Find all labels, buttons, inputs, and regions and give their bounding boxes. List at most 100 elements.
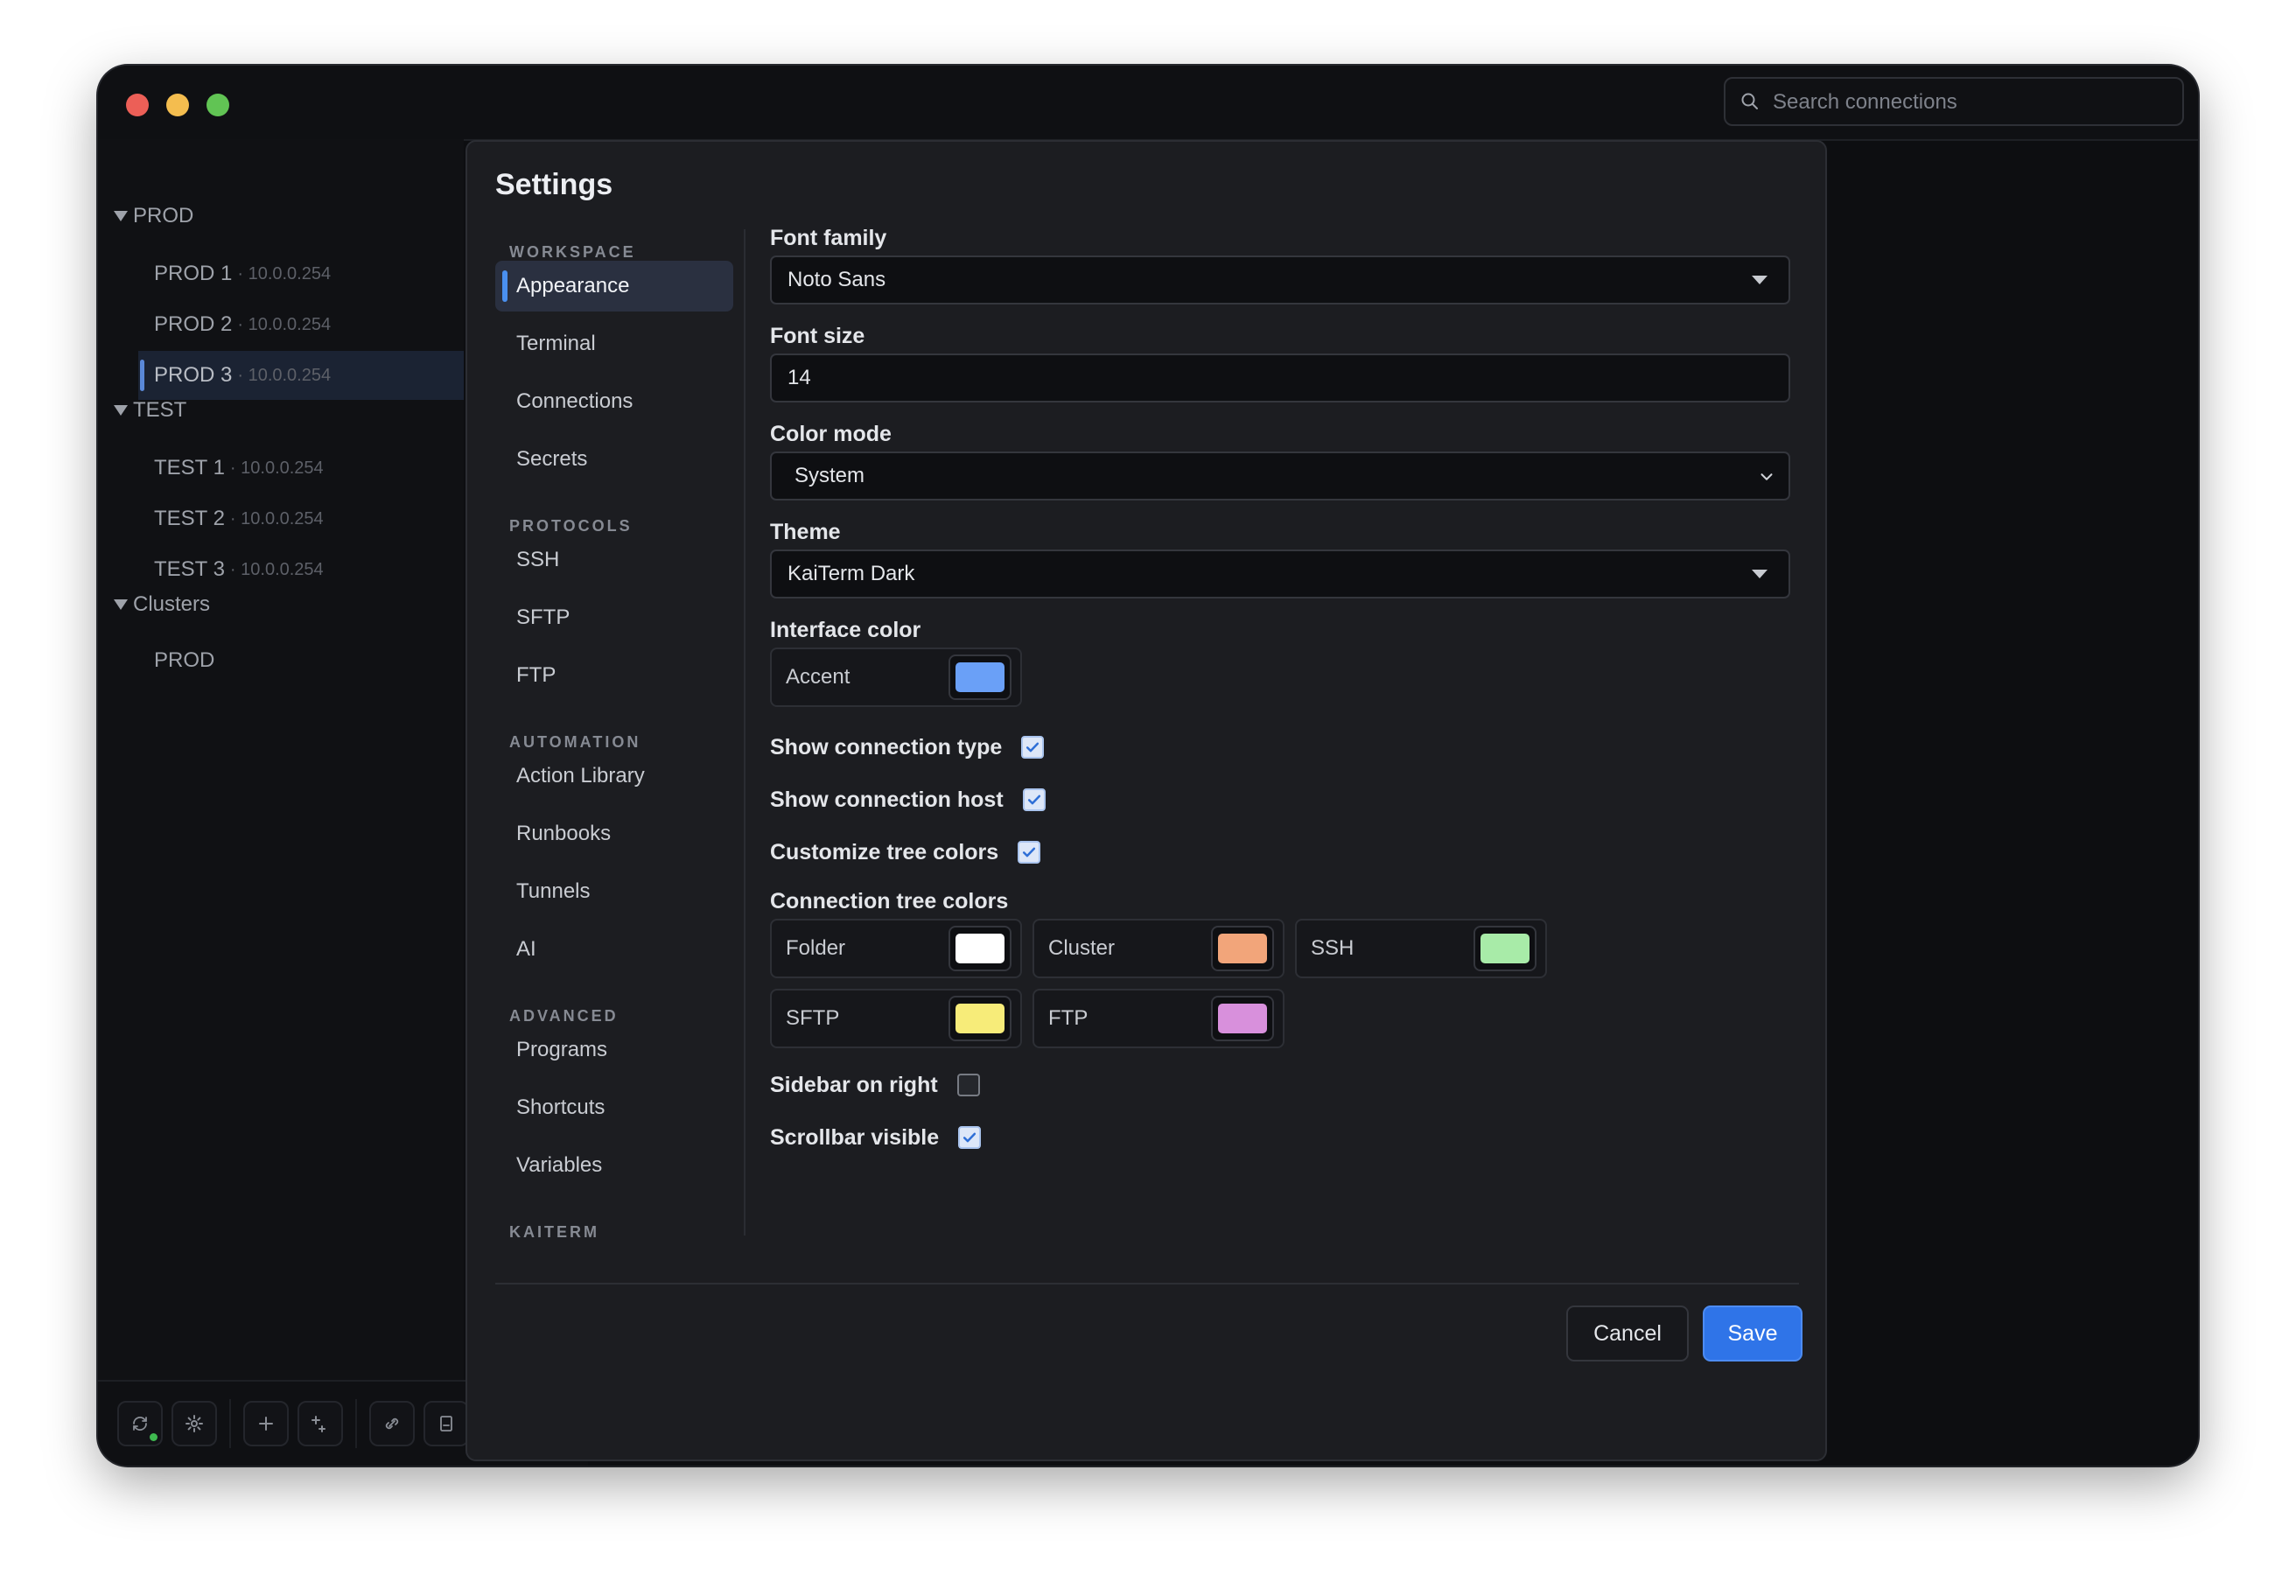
font-size-value: 14: [788, 366, 811, 389]
tree-item-name: PROD 1: [154, 262, 233, 285]
color-well[interactable]: [1474, 926, 1536, 971]
tree-item-name: PROD 3: [154, 363, 233, 387]
bookmark-button[interactable]: [424, 1401, 469, 1446]
search-icon: [1741, 93, 1758, 109]
color-well[interactable]: [1211, 926, 1274, 971]
search-input[interactable]: [1771, 86, 2168, 119]
app-window: PROD PROD 1 · 10.0.0.254 PROD 2 · 10.0.0…: [98, 66, 2198, 1466]
theme-label: Theme: [770, 520, 841, 544]
tree-item-host: · 10.0.0.254: [237, 263, 332, 284]
color-mode-select[interactable]: System: [770, 452, 1790, 500]
tree-group-test[interactable]: TEST: [114, 395, 186, 426]
checkbox-label: Customize tree colors: [770, 839, 999, 864]
tree-item-host: · 10.0.0.254: [229, 559, 324, 579]
add-folder-button[interactable]: [298, 1401, 343, 1446]
color-swatch: [956, 1004, 1004, 1033]
tree-item-prod-2[interactable]: PROD 2 · 10.0.0.254: [138, 300, 464, 349]
scrollbar-visible-row: Scrollbar visible: [770, 1122, 982, 1153]
interface-color-label: Interface color: [770, 618, 921, 642]
tree-group-label: Clusters: [133, 592, 211, 616]
search-box[interactable]: [1724, 77, 2184, 126]
cancel-button[interactable]: Cancel: [1566, 1306, 1689, 1362]
checkbox-label: Show connection host: [770, 787, 1004, 812]
caret-down-icon: [114, 211, 128, 221]
tree-item-test-2[interactable]: TEST 2 · 10.0.0.254: [138, 494, 464, 543]
sidebar-on-right-checkbox[interactable]: [956, 1074, 980, 1096]
accent-color-picker[interactable]: Accent: [770, 648, 1022, 707]
checkbox-label: Show connection type: [770, 734, 1003, 760]
caret-down-icon: [1752, 570, 1768, 578]
customize-tree-colors-checkbox[interactable]: [1018, 841, 1041, 864]
caret-down-icon: [114, 599, 128, 610]
tree-item-cluster-prod[interactable]: PROD: [138, 636, 464, 685]
settings-button[interactable]: [172, 1401, 217, 1446]
tree-item-name: PROD: [154, 648, 215, 672]
tree-group-prod[interactable]: PROD: [114, 200, 193, 232]
swatch-label: SFTP: [786, 1006, 840, 1030]
zoom-window-button[interactable]: [206, 94, 229, 116]
show-connection-type-checkbox[interactable]: [1021, 736, 1045, 759]
checkmark-icon: [1027, 794, 1040, 805]
swatch-label: Folder: [786, 936, 846, 960]
caret-down-icon: [114, 405, 128, 416]
theme-select[interactable]: KaiTerm Dark: [770, 550, 1790, 598]
chevron-down-icon: [1760, 473, 1773, 480]
color-swatch: [956, 662, 1004, 692]
appearance-settings: Font family Noto Sans Font size 14 Color…: [467, 142, 1825, 1460]
font-family-label: Font family: [770, 226, 887, 250]
settings-dialog: Settings WORKSPACE Appearance Terminal C…: [466, 140, 1827, 1461]
tree-item-prod-1[interactable]: PROD 1 · 10.0.0.254: [138, 249, 464, 298]
bookmark-icon: [440, 1416, 452, 1432]
tree-item-host: · 10.0.0.254: [229, 508, 324, 528]
title-bar: [98, 66, 2198, 141]
font-size-input[interactable]: 14: [770, 354, 1790, 402]
scrollbar-visible-checkbox[interactable]: [958, 1126, 982, 1149]
tree-group-label: PROD: [133, 204, 194, 228]
toolbar-separator: [355, 1399, 357, 1448]
color-swatch: [1218, 934, 1267, 963]
show-connection-host-checkbox[interactable]: [1022, 788, 1046, 811]
link-button[interactable]: [369, 1401, 415, 1446]
tree-item-name: PROD 2: [154, 312, 233, 336]
color-well[interactable]: [1211, 996, 1274, 1041]
checkbox-label: Scrollbar visible: [770, 1124, 940, 1150]
show-connection-host-row: Show connection host: [770, 784, 1046, 816]
color-swatch: [1218, 1004, 1267, 1033]
tree-item-host: · 10.0.0.254: [237, 314, 332, 334]
cluster-color-picker[interactable]: Cluster: [1032, 919, 1284, 978]
tree-item-name: TEST 1: [154, 456, 225, 480]
save-button[interactable]: Save: [1703, 1306, 1802, 1362]
color-mode-label: Color mode: [770, 422, 892, 446]
tree-group-clusters[interactable]: Clusters: [114, 589, 210, 620]
customize-tree-colors-row: Customize tree colors: [770, 836, 1041, 868]
tree-item-test-1[interactable]: TEST 1 · 10.0.0.254: [138, 444, 464, 493]
color-well[interactable]: [948, 654, 1012, 700]
ftp-color-picker[interactable]: FTP: [1032, 989, 1284, 1048]
status-dot: [150, 1433, 158, 1441]
theme-value: KaiTerm Dark: [788, 562, 915, 585]
color-swatch: [1480, 934, 1530, 963]
color-swatch: [956, 934, 1004, 963]
ssh-color-picker[interactable]: SSH: [1295, 919, 1547, 978]
footer-divider: [495, 1283, 1799, 1284]
font-family-select[interactable]: Noto Sans: [770, 256, 1790, 304]
sftp-color-picker[interactable]: SFTP: [770, 989, 1022, 1048]
checkbox-label: Sidebar on right: [770, 1072, 938, 1097]
checkmark-icon: [1026, 742, 1040, 752]
tree-item-name: TEST 3: [154, 557, 225, 581]
gear-icon: [186, 1415, 203, 1432]
close-window-button[interactable]: [126, 94, 149, 116]
tree-item-prod-3[interactable]: PROD 3 · 10.0.0.254: [138, 351, 464, 400]
tree-item-test-3[interactable]: TEST 3 · 10.0.0.254: [138, 545, 464, 594]
link-icon: [385, 1418, 399, 1430]
tree-item-name: TEST 2: [154, 507, 225, 530]
sync-button[interactable]: [117, 1401, 163, 1446]
add-connection-button[interactable]: [243, 1401, 289, 1446]
tree-group-label: TEST: [133, 398, 187, 422]
color-well[interactable]: [948, 996, 1012, 1041]
font-size-label: Font size: [770, 324, 865, 348]
tree-colors-label: Connection tree colors: [770, 889, 1009, 914]
color-well[interactable]: [948, 926, 1012, 971]
folder-color-picker[interactable]: Folder: [770, 919, 1022, 978]
minimize-window-button[interactable]: [166, 94, 189, 116]
